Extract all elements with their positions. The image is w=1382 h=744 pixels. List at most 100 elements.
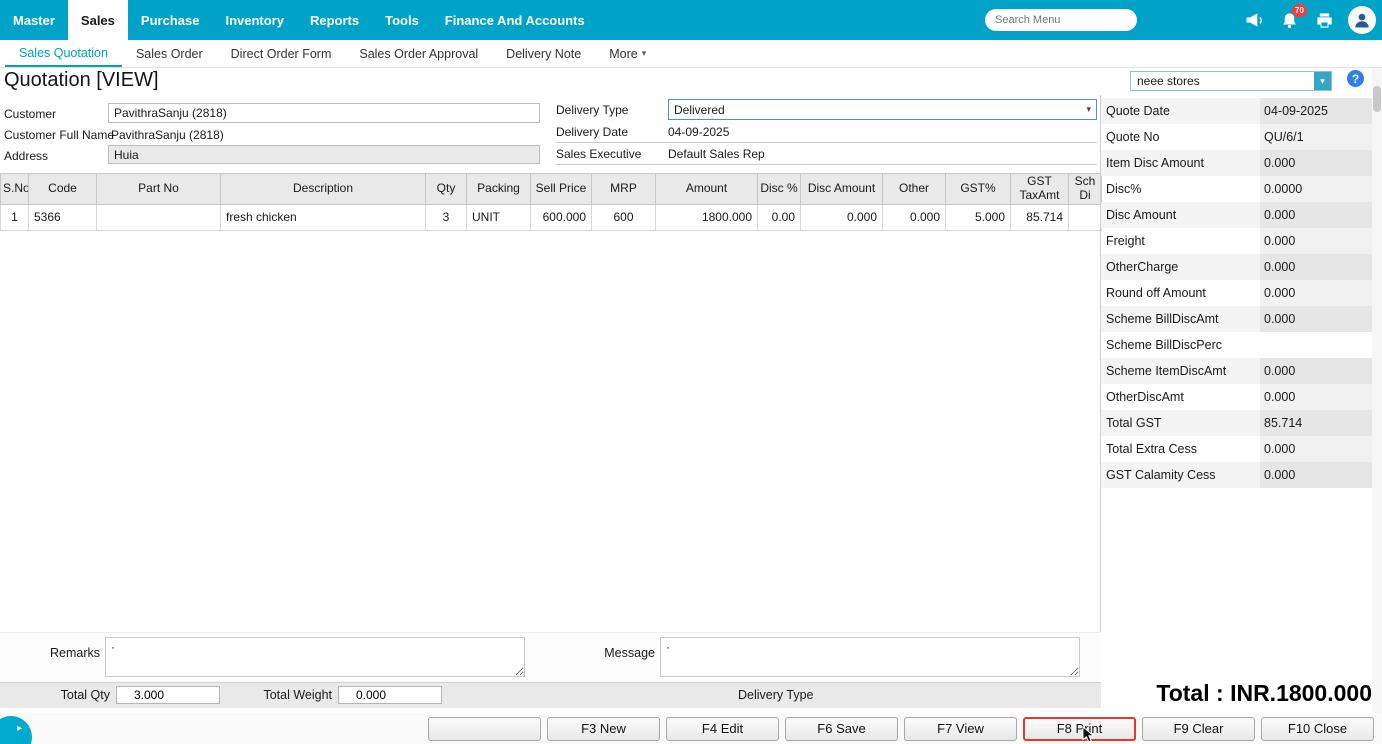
help-icon[interactable]: ? [1347,70,1364,87]
user-avatar[interactable] [1348,6,1376,34]
tab-sales-quotation[interactable]: Sales Quotation [5,40,122,67]
cell-discpct: 0.00 [757,203,801,231]
sales-executive-label: Sales Executive [556,147,642,161]
quotation-header-form: Customer Customer Full Name PavithraSanj… [0,95,1101,173]
summary-row: Disc% 0.0000 [1101,176,1372,202]
f9-clear-button[interactable]: F9 Clear [1142,716,1255,741]
summary-row: Scheme BillDiscPerc [1101,332,1372,358]
summary-label: OtherDiscAmt [1106,390,1184,404]
grand-total-value: INR.1800.000 [1230,680,1372,706]
column-header-amount: Amount [655,173,758,205]
cell-mrp: 600 [591,203,656,231]
summary-label: Quote No [1106,130,1160,144]
message-textarea[interactable]: · [660,637,1080,677]
page-scrollbar[interactable] [1372,68,1382,713]
column-header-sellprice: Sell Price [530,173,592,205]
tab-direct-order-form[interactable]: Direct Order Form [217,40,346,67]
chat-caret-icon: ▸ [16,723,22,734]
summary-label: Total GST [1106,416,1162,430]
customer-label: Customer [4,107,57,121]
store-selector[interactable]: neee stores ▾ [1130,71,1332,91]
menu-item-purchase[interactable]: Purchase [128,0,213,40]
totals-band: Total Qty Total Weight Delivery Type [0,682,1101,708]
address-label: Address [4,149,49,163]
summary-row: OtherCharge 0.000 [1101,254,1372,280]
total-weight-input[interactable] [338,686,442,704]
tab-label: Delivery Note [506,46,582,61]
quotation-view-app: Master Sales Purchase Inventory Reports … [0,0,1382,744]
summary-label: Freight [1106,234,1145,248]
f8-print-button[interactable]: F8 Print [1023,716,1136,743]
summary-value: 0.000 [1260,254,1372,280]
column-header-mrp: MRP [591,173,656,205]
cell-qty: 3 [425,203,467,231]
scrollbar-thumb[interactable] [1373,86,1381,112]
tab-label: Sales Order [135,46,203,61]
delivery-date-value[interactable]: 04-09-2025 [668,125,729,139]
summary-label: Scheme ItemDiscAmt [1106,364,1227,378]
bell-icon[interactable]: 70 [1278,4,1307,31]
store-selector-value: neee stores [1137,74,1200,88]
remarks-band: Remarks · Message · [0,632,1101,682]
summary-value: 0.000 [1260,150,1372,176]
menu-item-reports[interactable]: Reports [297,0,372,40]
summary-value: 85.714 [1260,410,1372,436]
tab-sales-order[interactable]: Sales Order [122,40,217,67]
blank-button[interactable] [428,716,541,741]
menu-item-sales[interactable]: Sales [67,0,128,40]
summary-row: Total GST 85.714 [1101,410,1372,436]
address-input[interactable] [108,145,540,164]
column-header-packing: Packing [466,173,531,205]
menu-item-inventory[interactable]: Inventory [212,0,297,40]
summary-label: Disc% [1106,182,1142,196]
tab-sales-order-approval[interactable]: Sales Order Approval [345,40,492,67]
column-header-qty: Qty [425,173,467,205]
cell-schdisc [1068,203,1102,231]
navbar-icons: 70 [1243,0,1376,40]
menu-item-master[interactable]: Master [0,0,68,40]
summary-row: Disc Amount 0.000 [1101,202,1372,228]
f4-edit-button[interactable]: F4 Edit [666,716,779,741]
cell-gstpct: 5.000 [945,203,1011,231]
cell-other: 0.000 [882,203,946,231]
summary-label: GST Calamity Cess [1106,468,1216,482]
total-qty-input[interactable] [116,686,220,704]
summary-row: GST Calamity Cess 0.000 [1101,462,1372,488]
table-row[interactable]: 1 5366 fresh chicken 3 UNIT 600.000 600 … [0,203,1102,231]
summary-label: Round off Amount [1106,286,1206,300]
sales-executive-value[interactable]: Default Sales Rep [668,147,765,161]
summary-row: Item Disc Amount 0.000 [1101,150,1372,176]
function-button-bar: F3 New F4 Edit F6 Save F7 View F8 Print … [0,713,1382,744]
summary-label: Disc Amount [1106,208,1177,222]
f3-new-button[interactable]: F3 New [547,716,660,741]
delivery-type-select[interactable]: Delivered ▾ [668,99,1097,120]
message-label: Message [604,646,655,660]
column-header-discamount: Disc Amount [800,173,883,205]
title-bar: Quotation [VIEW] neee stores ▾ ? [0,68,1382,95]
summary-value: 0.000 [1260,306,1372,332]
customer-input[interactable] [108,103,540,123]
f8-print-label: F8 Print [1056,721,1103,736]
printer-icon[interactable] [1313,9,1335,31]
search-input[interactable] [985,9,1137,31]
delivery-date-row: Delivery Date 04-09-2025 [556,122,1097,143]
grand-total: Total : INR.1800.000 [1101,680,1372,707]
f10-close-button[interactable]: F10 Close [1261,716,1374,741]
tab-more[interactable]: More ▾ [595,40,660,67]
menu-item-finance[interactable]: Finance And Accounts [432,0,598,40]
summary-row: Total Extra Cess 0.000 [1101,436,1372,462]
summary-value: 0.000 [1260,358,1372,384]
customer-full-name-value: PavithraSanju (2818) [111,128,224,142]
summary-row: Scheme ItemDiscAmt 0.000 [1101,358,1372,384]
cell-description: fresh chicken [220,203,426,231]
f6-save-button[interactable]: F6 Save [785,716,898,741]
announcement-icon[interactable] [1243,9,1265,31]
tab-delivery-note[interactable]: Delivery Note [492,40,595,67]
summary-row: OtherDiscAmt 0.000 [1101,384,1372,410]
menu-item-tools[interactable]: Tools [372,0,432,40]
f7-view-button[interactable]: F7 View [904,716,1017,741]
summary-label: OtherCharge [1106,260,1179,274]
remarks-textarea[interactable]: · [105,637,525,677]
cell-sno: 1 [0,203,29,231]
notification-badge: 70 [1292,4,1307,17]
